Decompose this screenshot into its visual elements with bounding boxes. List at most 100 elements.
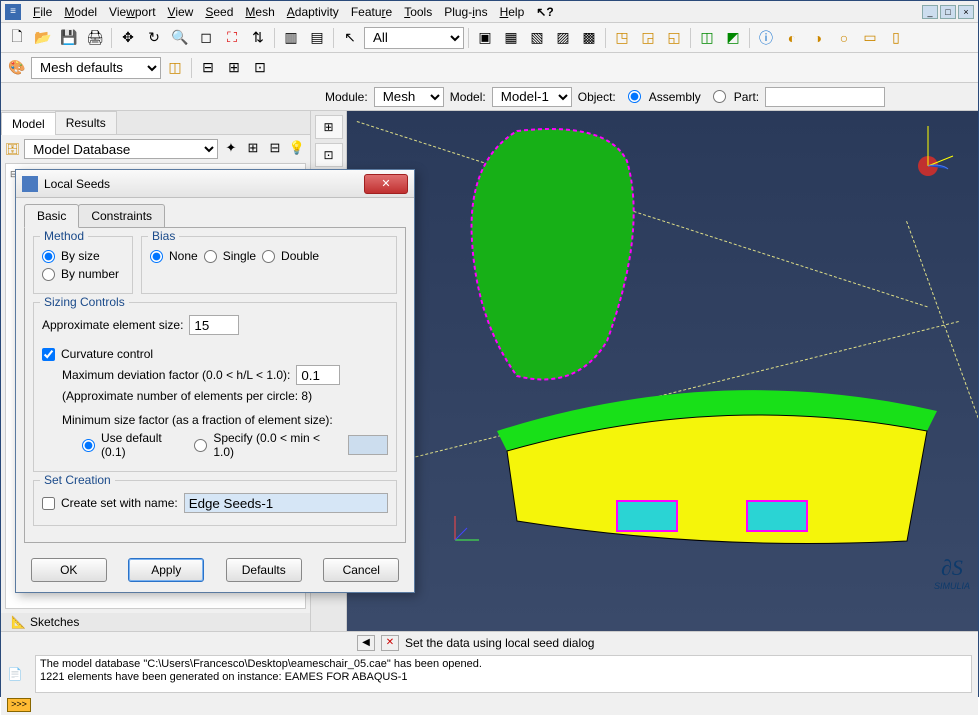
tree-btn3-icon[interactable]: ⊟ bbox=[266, 140, 284, 158]
cli-toggle[interactable]: >>> bbox=[7, 698, 31, 712]
layer5-icon[interactable]: ▯ bbox=[884, 26, 908, 50]
bias-none-radio[interactable] bbox=[150, 250, 163, 263]
menu-mesh[interactable]: Mesh bbox=[239, 3, 280, 21]
iso1-icon[interactable]: ◳ bbox=[610, 26, 634, 50]
cancel-button[interactable]: Cancel bbox=[323, 558, 399, 582]
menu-file[interactable]: File bbox=[27, 3, 58, 21]
btn-a-icon[interactable]: ⊟ bbox=[196, 56, 220, 80]
by-number-radio[interactable] bbox=[42, 268, 55, 281]
menu-view[interactable]: View bbox=[162, 3, 200, 21]
by-size-label: By size bbox=[61, 249, 100, 263]
curvature-checkbox[interactable] bbox=[42, 348, 55, 361]
maximize-button[interactable]: □ bbox=[940, 5, 956, 19]
dialog-titlebar[interactable]: Local Seeds ✕ bbox=[16, 170, 414, 198]
tool-2[interactable]: ⊡ bbox=[315, 143, 343, 167]
layer1-icon[interactable]: ◐ bbox=[780, 26, 804, 50]
specify-radio[interactable] bbox=[194, 439, 207, 452]
rail1-icon[interactable]: ▥ bbox=[279, 26, 303, 50]
whats-this-icon[interactable]: ↖? bbox=[530, 3, 559, 21]
fit-icon[interactable]: ⛶ bbox=[220, 26, 244, 50]
db-select[interactable]: Model Database bbox=[24, 139, 218, 159]
minsize-label: Minimum size factor (as a fraction of el… bbox=[62, 413, 333, 427]
sizing-label: Sizing Controls bbox=[40, 295, 129, 309]
object-assembly-radio[interactable] bbox=[628, 90, 641, 103]
tree-btn1-icon[interactable]: ✦ bbox=[222, 140, 240, 158]
dialog-icon bbox=[22, 176, 38, 192]
tree-btn2-icon[interactable]: ⊞ bbox=[244, 140, 262, 158]
rotate-icon[interactable]: ↻ bbox=[142, 26, 166, 50]
select-icon[interactable]: ↖ bbox=[338, 26, 362, 50]
box-icon[interactable]: ◫ bbox=[163, 56, 187, 80]
iso3-icon[interactable]: ◱ bbox=[662, 26, 686, 50]
prompt-cancel[interactable]: ✕ bbox=[381, 635, 399, 651]
minimize-button[interactable]: _ bbox=[922, 5, 938, 19]
box-zoom-icon[interactable]: ◻ bbox=[194, 26, 218, 50]
info-icon[interactable]: ⓘ bbox=[754, 26, 778, 50]
menu-tools[interactable]: Tools bbox=[398, 3, 438, 21]
part-input[interactable] bbox=[765, 87, 885, 107]
menu-seed[interactable]: Seed bbox=[199, 3, 239, 21]
by-number-label: By number bbox=[61, 267, 119, 281]
rail2-icon[interactable]: ▤ bbox=[305, 26, 329, 50]
vp3-icon[interactable]: ▧ bbox=[525, 26, 549, 50]
view-triad bbox=[898, 121, 958, 181]
maxdev-input[interactable] bbox=[296, 365, 340, 385]
create-set-input[interactable] bbox=[184, 493, 388, 513]
mesh-defaults-select[interactable]: Mesh defaults bbox=[31, 57, 161, 79]
palette-icon[interactable]: 🎨 bbox=[5, 56, 29, 80]
approx-size-input[interactable] bbox=[189, 315, 239, 335]
dialog-close-button[interactable]: ✕ bbox=[364, 174, 408, 194]
object-part-radio[interactable] bbox=[713, 90, 726, 103]
open-icon[interactable]: 📂 bbox=[31, 26, 55, 50]
vp2-icon[interactable]: ▦ bbox=[499, 26, 523, 50]
menu-viewport[interactable]: Viewport bbox=[103, 3, 162, 21]
persp2-icon[interactable]: ◩ bbox=[721, 26, 745, 50]
tab-basic[interactable]: Basic bbox=[24, 204, 79, 228]
context-bar: Module: Mesh Model: Model-1 Object: Asse… bbox=[1, 83, 978, 111]
vp5-icon[interactable]: ▩ bbox=[577, 26, 601, 50]
dialog-title: Local Seeds bbox=[44, 177, 364, 191]
menu-adaptivity[interactable]: Adaptivity bbox=[281, 3, 345, 21]
tab-constraints[interactable]: Constraints bbox=[78, 204, 165, 228]
by-size-radio[interactable] bbox=[42, 250, 55, 263]
save-icon[interactable]: 💾 bbox=[57, 26, 81, 50]
ok-button[interactable]: OK bbox=[31, 558, 107, 582]
cycle-icon[interactable]: ⇅ bbox=[246, 26, 270, 50]
bias-double-radio[interactable] bbox=[262, 250, 275, 263]
btn-c-icon[interactable]: ⊡ bbox=[248, 56, 272, 80]
menu-help[interactable]: Help bbox=[494, 3, 531, 21]
use-default-radio[interactable] bbox=[82, 439, 95, 452]
create-set-checkbox[interactable] bbox=[42, 497, 55, 510]
defaults-button[interactable]: Defaults bbox=[226, 558, 302, 582]
iso2-icon[interactable]: ◲ bbox=[636, 26, 660, 50]
model-select[interactable]: Model-1 bbox=[492, 87, 572, 107]
print-icon[interactable]: 🖨 bbox=[83, 26, 107, 50]
tool-1[interactable]: ⊞ bbox=[315, 115, 343, 139]
model-label: Model: bbox=[450, 90, 486, 104]
prompt-back[interactable]: ◀ bbox=[357, 635, 375, 651]
vp4-icon[interactable]: ▨ bbox=[551, 26, 575, 50]
module-select[interactable]: Mesh bbox=[374, 87, 444, 107]
bias-single-radio[interactable] bbox=[204, 250, 217, 263]
viewport[interactable]: ∂S SIMULIA bbox=[347, 111, 978, 631]
pan-icon[interactable]: ✥ bbox=[116, 26, 140, 50]
layer2-icon[interactable]: ◑ bbox=[806, 26, 830, 50]
layer4-icon[interactable]: ▭ bbox=[858, 26, 882, 50]
tab-model[interactable]: Model bbox=[1, 112, 56, 135]
new-icon[interactable]: 🗋 bbox=[5, 26, 29, 50]
vp1-icon[interactable]: ▣ bbox=[473, 26, 497, 50]
layer3-icon[interactable]: ○ bbox=[832, 26, 856, 50]
apply-button[interactable]: Apply bbox=[128, 558, 204, 582]
method-label: Method bbox=[40, 229, 88, 243]
persp1-icon[interactable]: ◫ bbox=[695, 26, 719, 50]
zoom-icon[interactable]: 🔍 bbox=[168, 26, 192, 50]
menu-model[interactable]: Model bbox=[58, 3, 103, 21]
filter-select[interactable]: All bbox=[364, 27, 464, 49]
tab-results[interactable]: Results bbox=[55, 111, 117, 134]
btn-b-icon[interactable]: ⊞ bbox=[222, 56, 246, 80]
menu-feature[interactable]: Feature bbox=[345, 3, 398, 21]
close-button[interactable]: × bbox=[958, 5, 974, 19]
menu-plugins[interactable]: Plug-ins bbox=[438, 3, 493, 21]
sketches-node[interactable]: Sketches bbox=[30, 615, 79, 629]
tree-bulb-icon[interactable]: 💡 bbox=[288, 140, 306, 158]
